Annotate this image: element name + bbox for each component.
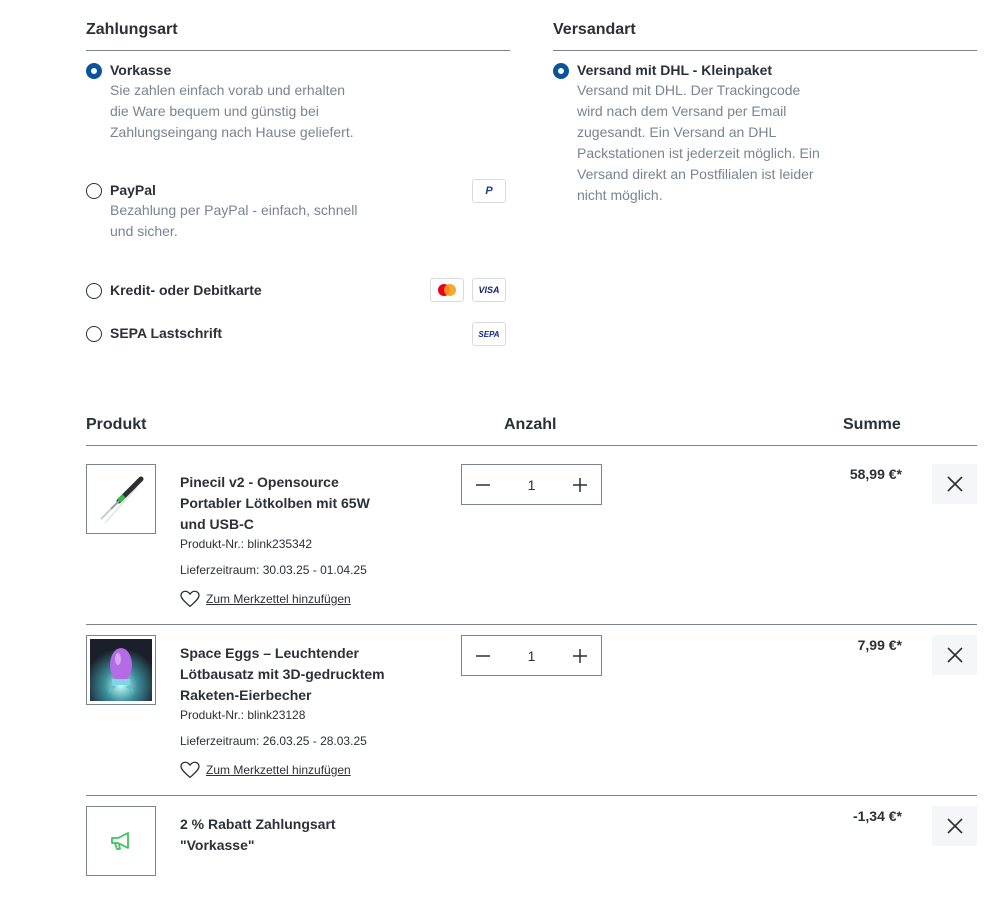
payment-radio-card[interactable] bbox=[86, 283, 102, 299]
shipping-option-dhl-title[interactable]: Versand mit DHL - Kleinpaket bbox=[577, 61, 772, 79]
sepa-logo-icon: SEPA bbox=[472, 322, 506, 346]
plus-icon[interactable] bbox=[571, 647, 589, 665]
product-name-pinecil[interactable]: Pinecil v2 - Opensource Portabler Lötkol… bbox=[180, 472, 400, 535]
wishlist-label: Zum Merkzettel hinzufügen bbox=[206, 592, 351, 606]
payment-section-title: Zahlungsart bbox=[86, 21, 178, 38]
add-to-wishlist-link[interactable]: Zum Merkzettel hinzufügen bbox=[180, 761, 351, 779]
heart-icon bbox=[180, 590, 200, 608]
payment-option-sepa-title[interactable]: SEPA Lastschrift bbox=[110, 324, 222, 342]
paypal-logo-icon: P bbox=[472, 179, 506, 203]
minus-icon[interactable] bbox=[474, 647, 492, 665]
wishlist-label: Zum Merkzettel hinzufügen bbox=[206, 763, 351, 777]
mastercard-logo-icon bbox=[430, 278, 464, 302]
minus-icon[interactable] bbox=[474, 476, 492, 494]
quantity-value[interactable]: 1 bbox=[528, 477, 536, 493]
remove-discount-button[interactable] bbox=[932, 806, 977, 846]
shipping-radio-dhl[interactable] bbox=[553, 63, 569, 79]
remove-item-button[interactable] bbox=[932, 464, 977, 504]
megaphone-icon bbox=[111, 832, 129, 850]
payment-option-card-title[interactable]: Kredit- oder Debitkarte bbox=[110, 281, 262, 299]
discount-image bbox=[86, 806, 156, 876]
shipping-option-dhl-desc: Versand mit DHL. Der Trackingcode wird n… bbox=[577, 82, 820, 203]
quantity-stepper[interactable]: 1 bbox=[461, 464, 602, 505]
product-name-space-eggs[interactable]: Space Eggs – Leuchtender Lötbausatz mit … bbox=[180, 643, 400, 706]
payment-radio-paypal[interactable] bbox=[86, 183, 102, 199]
cart-header-divider bbox=[86, 445, 977, 446]
cart-header-sum: Summe bbox=[843, 416, 901, 433]
payment-radio-vorkasse[interactable] bbox=[86, 63, 102, 79]
shipping-divider bbox=[553, 50, 977, 51]
payment-option-paypal-title[interactable]: PayPal bbox=[110, 181, 156, 199]
delivery-period: Lieferzeitraum: 26.03.25 - 28.03.25 bbox=[180, 734, 367, 748]
quantity-stepper[interactable]: 1 bbox=[461, 635, 602, 676]
payment-radio-sepa[interactable] bbox=[86, 326, 102, 342]
discount-name: 2 % Rabatt Zahlungsart "Vorkasse" bbox=[180, 816, 336, 853]
line-item-price: 7,99 €* bbox=[857, 637, 902, 653]
product-number: Produkt-Nr.: blink235342 bbox=[180, 537, 313, 551]
delivery-period: Lieferzeitraum: 30.03.25 - 01.04.25 bbox=[180, 563, 367, 577]
product-image-space-eggs[interactable] bbox=[86, 635, 156, 705]
cart-header-product: Produkt bbox=[86, 416, 147, 433]
close-icon bbox=[946, 647, 963, 663]
shipping-section-title: Versandart bbox=[553, 21, 636, 38]
close-icon bbox=[946, 476, 963, 492]
heart-icon bbox=[180, 761, 200, 779]
line-item-price: 58,99 €* bbox=[849, 466, 902, 482]
payment-option-vorkasse-desc: Sie zahlen einfach vorab und erhalten di… bbox=[110, 82, 354, 140]
product-image-pinecil[interactable] bbox=[86, 464, 156, 534]
cart-row-divider bbox=[86, 795, 977, 796]
plus-icon[interactable] bbox=[571, 476, 589, 494]
payment-divider bbox=[86, 50, 510, 51]
payment-option-paypal-desc: Bezahlung per PayPal - einfach, schnell … bbox=[110, 202, 358, 239]
payment-option-vorkasse-title[interactable]: Vorkasse bbox=[110, 61, 171, 79]
quantity-value[interactable]: 1 bbox=[528, 648, 536, 664]
product-number: Produkt-Nr.: blink23128 bbox=[180, 708, 306, 722]
cart-row-divider bbox=[86, 624, 977, 625]
add-to-wishlist-link[interactable]: Zum Merkzettel hinzufügen bbox=[180, 590, 351, 608]
cart-header-quantity: Anzahl bbox=[504, 416, 557, 433]
close-icon bbox=[946, 818, 963, 834]
remove-item-button[interactable] bbox=[932, 635, 977, 675]
visa-logo-icon: VISA bbox=[472, 278, 506, 302]
discount-amount: -1,34 €* bbox=[852, 808, 902, 824]
